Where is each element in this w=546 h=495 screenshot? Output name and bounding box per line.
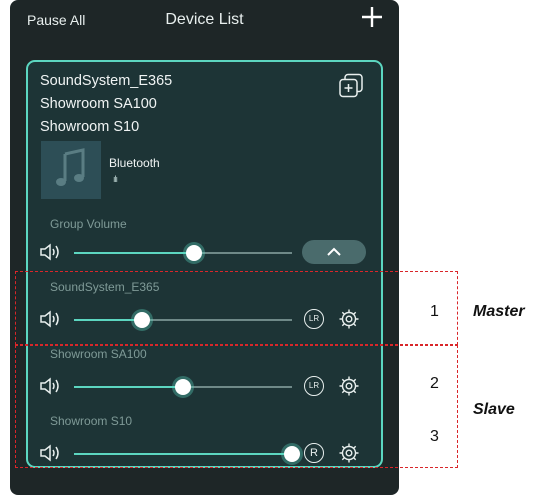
group-device-name: SoundSystem_E365 — [40, 73, 173, 89]
group-copy-icon[interactable] — [338, 73, 364, 99]
slider-thumb[interactable] — [185, 245, 202, 261]
annotation-number: 2 — [430, 375, 439, 392]
slave-highlight-box — [15, 345, 458, 468]
slider-fill — [74, 252, 194, 254]
annotation-number: 3 — [430, 428, 439, 445]
annotation-number: 1 — [430, 303, 439, 320]
master-highlight-box — [15, 271, 458, 345]
group-device-name: Showroom SA100 — [40, 96, 157, 112]
music-note-icon — [56, 148, 85, 186]
slave-label: Slave — [473, 401, 515, 418]
group-volume-slider[interactable] — [74, 245, 292, 261]
collapse-button[interactable] — [302, 240, 366, 264]
group-device-name: Showroom S10 — [40, 119, 140, 135]
group-volume-label: Group Volume — [50, 217, 127, 231]
source-label: Bluetooth — [109, 156, 160, 170]
equalizer-icon: ılı — [113, 174, 118, 184]
master-label: Master — [473, 303, 525, 320]
speaker-icon[interactable] — [39, 243, 61, 261]
top-bar: Pause All Device List — [10, 0, 399, 42]
page-title: Device List — [165, 11, 244, 28]
chevron-up-icon — [327, 247, 341, 256]
album-art — [41, 141, 101, 199]
plus-icon[interactable] — [361, 6, 383, 28]
